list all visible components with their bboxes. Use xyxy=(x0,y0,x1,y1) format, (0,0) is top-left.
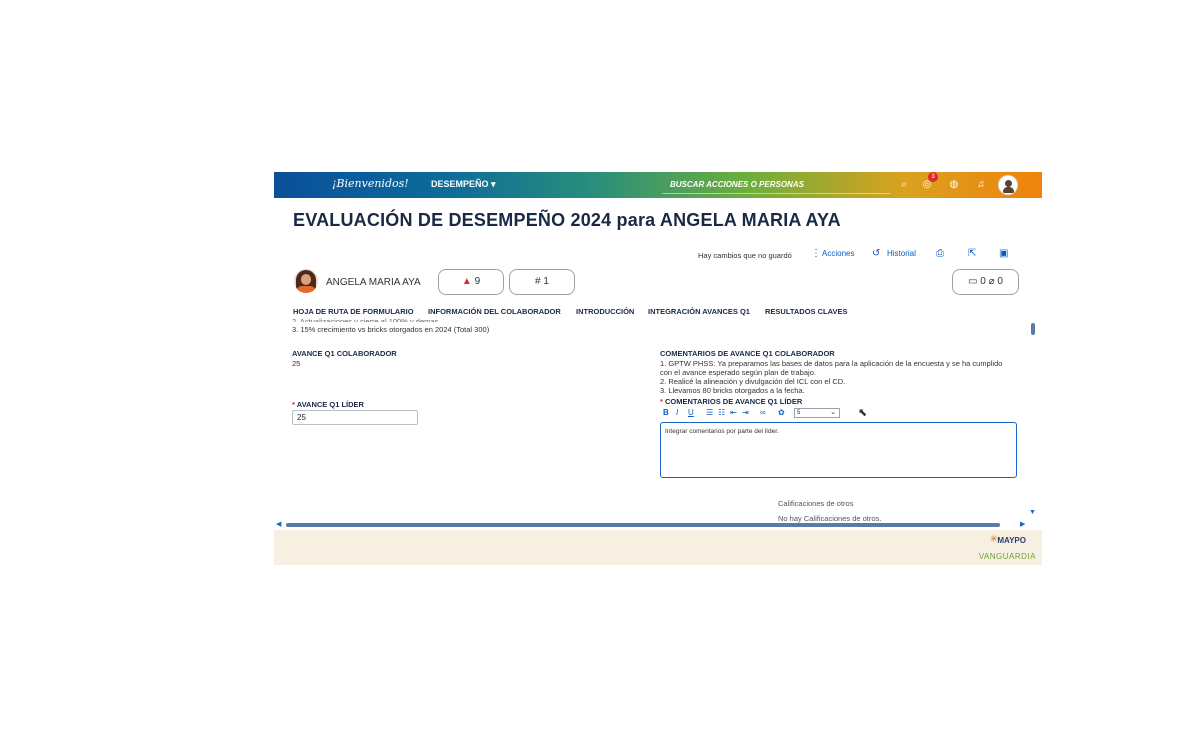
outdent-icon[interactable]: ⇤ xyxy=(730,408,737,417)
collaborator-comment-line: 1. GPTW PHSS: Ya preparamos las bases de… xyxy=(660,359,1003,368)
footer-band: ✳ MAYPO VANGUARDIA xyxy=(274,530,1042,565)
bold-icon[interactable]: B xyxy=(663,408,669,417)
scroll-right-arrow-icon[interactable]: ▶ xyxy=(1020,520,1025,528)
collaborator-progress-label: AVANCE Q1 COLABORADOR xyxy=(292,349,397,358)
hash-icon: # xyxy=(535,276,541,287)
comment-icon: ▭ xyxy=(968,276,978,287)
horizontal-scroll-thumb[interactable] xyxy=(286,523,1000,527)
page-title: EVALUACIÓN DE DESEMPEÑO 2024 para ANGELA… xyxy=(293,210,841,230)
bullet-list-icon[interactable]: ☷ xyxy=(718,408,725,417)
vertical-scroll-thumb[interactable] xyxy=(1031,323,1035,335)
collaborator-comment-line: con el avance esperado según plan de tra… xyxy=(660,368,816,377)
tab-key-results[interactable]: RESULTADOS CLAVES xyxy=(765,307,848,316)
save-icon[interactable]: ▣ xyxy=(999,248,1008,259)
export-icon[interactable]: ⇱ xyxy=(968,248,976,259)
underline-icon[interactable]: U xyxy=(688,408,694,417)
brand-name: MAYPO xyxy=(997,536,1026,545)
vertical-scrollbar[interactable] xyxy=(1030,322,1036,522)
mouse-pointer-icon: ⬉ xyxy=(858,407,868,419)
indent-icon[interactable]: ⇥ xyxy=(742,408,749,417)
font-size-select[interactable]: 5 ⌄ xyxy=(794,408,840,418)
tab-form-roadmap[interactable]: HOJA DE RUTA DE FORMULARIO xyxy=(293,307,414,316)
more-vertical-icon[interactable]: ⋮ xyxy=(811,248,821,259)
hash-pill[interactable]: # 1 xyxy=(509,269,575,295)
color-palette-icon[interactable]: ✿ xyxy=(778,408,785,417)
leader-comments-editor[interactable]: Integrar comentarios por parte del líder… xyxy=(660,422,1017,478)
app-window: ¡Bienvenidos! DESEMPEÑO ▾ BUSCAR ACCIONE… xyxy=(274,172,1042,565)
search-icon[interactable]: ⌕ xyxy=(896,177,912,193)
warnings-count: 9 xyxy=(474,276,481,287)
notification-badge: 3 xyxy=(928,172,938,182)
leader-progress-input[interactable]: 25 xyxy=(292,410,418,425)
tab-collaborator-info[interactable]: INFORMACIÓN DEL COLABORADOR xyxy=(428,307,561,316)
attachments-count: 0 xyxy=(997,276,1003,287)
welcome-logo[interactable]: ¡Bienvenidos! xyxy=(332,177,409,190)
warnings-pill[interactable]: ▲ 9 xyxy=(438,269,504,295)
link-icon[interactable]: ∞ xyxy=(760,408,766,417)
previous-objective-line: 3. 15% crecimiento vs bricks otorgados e… xyxy=(292,325,490,334)
performance-menu[interactable]: DESEMPEÑO ▾ xyxy=(431,179,496,190)
ordered-list-icon[interactable]: ☰ xyxy=(706,408,713,417)
scroll-down-arrow-icon[interactable]: ▼ xyxy=(1029,509,1036,516)
tab-introduction[interactable]: INTRODUCCIÓN xyxy=(576,307,634,316)
comments-count: 0 xyxy=(980,276,986,287)
leader-comments-label: * COMENTARIOS DE AVANCE Q1 LÍDER xyxy=(660,397,803,406)
tab-q1-progress[interactable]: INTEGRACIÓN AVANCES Q1 xyxy=(648,307,750,316)
leader-progress-label: * AVANCE Q1 LÍDER xyxy=(292,400,364,409)
history-button[interactable]: Historial xyxy=(887,249,916,258)
chevron-down-icon: ⌄ xyxy=(830,409,836,416)
print-icon[interactable]: ⎙ xyxy=(936,248,944,259)
font-size-value: 5 xyxy=(797,410,801,416)
person-name: ANGELA MARIA AYA xyxy=(326,277,421,288)
scroll-left-arrow-icon[interactable]: ◀ xyxy=(276,520,281,528)
brand-tagline: VANGUARDIA xyxy=(978,552,1036,561)
horizontal-scrollbar[interactable] xyxy=(276,521,1036,528)
collaborator-comment-line: 3. Llevamos 80 bricks otorgados a la fec… xyxy=(660,386,805,395)
others-ratings-label: Calificaciones de otros xyxy=(778,499,854,508)
bell-icon[interactable]: ♫ xyxy=(973,177,989,193)
warning-icon: ▲ xyxy=(461,276,472,287)
person-avatar xyxy=(294,269,318,293)
actions-button[interactable]: Acciones xyxy=(822,249,854,258)
history-icon[interactable]: ↺ xyxy=(872,248,880,259)
hash-count: 1 xyxy=(543,276,549,287)
collaborator-progress-value: 25 xyxy=(292,359,301,368)
user-avatar[interactable] xyxy=(998,175,1018,195)
italic-icon[interactable]: I xyxy=(676,408,678,417)
attachment-icon: ⌀ xyxy=(988,276,995,287)
search-bar[interactable]: BUSCAR ACCIONES O PERSONAS xyxy=(662,176,890,194)
collaborator-comments-label: COMENTARIOS DE AVANCE Q1 COLABORADOR xyxy=(660,349,835,358)
collaborator-comment-line: 2. Realicé la alineación y divulgación d… xyxy=(660,377,846,386)
cut-off-line: 2. Actualizaciones y cierre al 100% y de… xyxy=(292,317,445,322)
top-navigation-bar: ¡Bienvenidos! DESEMPEÑO ▾ BUSCAR ACCIONE… xyxy=(274,172,1042,198)
help-icon[interactable]: ◍ xyxy=(946,177,962,193)
search-placeholder: BUSCAR ACCIONES O PERSONAS xyxy=(670,180,804,189)
comments-attachments-pill[interactable]: ▭ 0 ⌀ 0 xyxy=(952,269,1019,295)
unsaved-changes-notice: Hay cambios que no guardó xyxy=(698,251,792,260)
